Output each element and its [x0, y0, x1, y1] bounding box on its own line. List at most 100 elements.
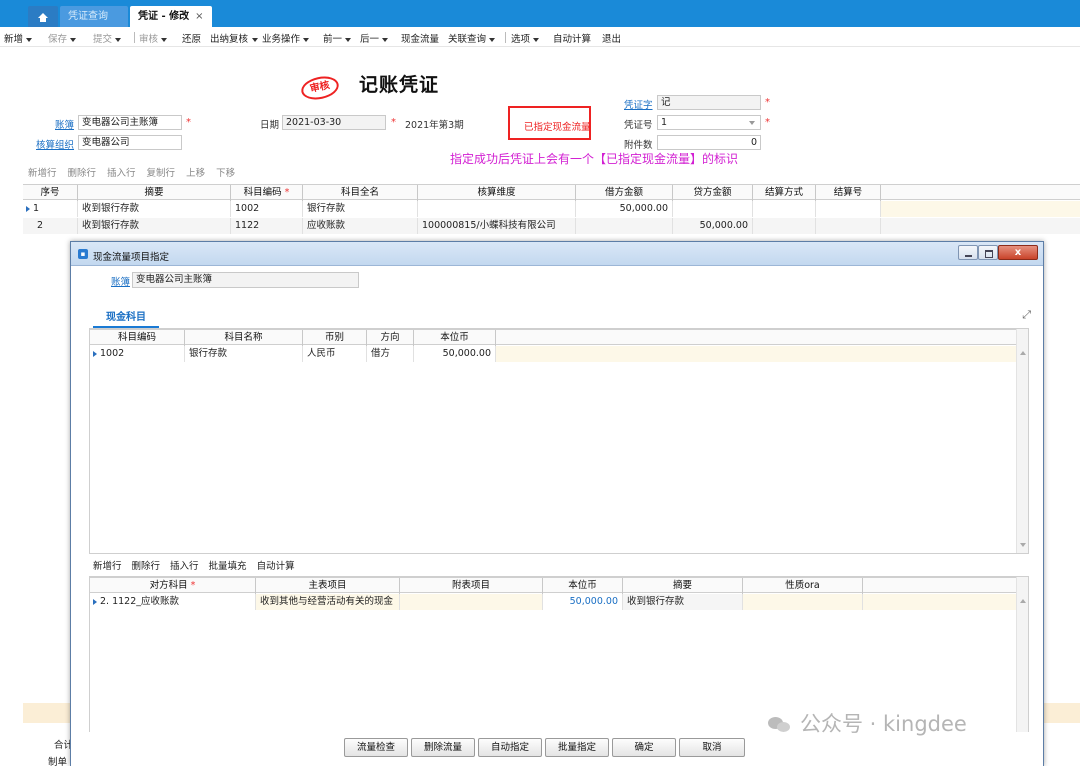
col-account-code[interactable]: 科目编码: [90, 330, 185, 346]
col-dimension[interactable]: 核算维度: [418, 185, 576, 201]
voucher-word-label[interactable]: 凭证字: [624, 97, 653, 111]
dialog-ledger-label[interactable]: 账簿: [111, 274, 130, 288]
add-row-button[interactable]: 新增行: [28, 168, 57, 179]
col-base-amount[interactable]: 本位币: [414, 330, 496, 346]
row-dimension[interactable]: 100000815/小蝶科技有限公司: [418, 218, 576, 234]
row-dimension[interactable]: [418, 201, 576, 217]
row-credit[interactable]: 50,000.00: [673, 218, 753, 234]
chevron-down-icon[interactable]: [533, 37, 540, 42]
row-settlement-no[interactable]: [816, 201, 881, 217]
row-credit[interactable]: [673, 201, 753, 217]
chevron-down-icon[interactable]: [26, 37, 33, 42]
dialog-ledger-field[interactable]: 变电器公司主账簿: [132, 272, 359, 288]
row-debit[interactable]: 50,000.00: [576, 201, 673, 217]
restore-button[interactable]: 还原: [182, 31, 201, 45]
col-seq[interactable]: 序号: [23, 185, 78, 201]
col-sub-item[interactable]: 附表项目: [400, 578, 543, 594]
business-ops-button[interactable]: 业务操作: [252, 31, 310, 45]
insert-row-button[interactable]: 插入行: [107, 168, 136, 179]
row-base-amount[interactable]: 50,000.00: [414, 346, 496, 362]
col-counter-account[interactable]: 对方科目 *: [90, 578, 256, 594]
col-nature[interactable]: 性质ora: [743, 578, 863, 594]
col-direction[interactable]: 方向: [367, 330, 414, 346]
chevron-down-icon[interactable]: [345, 37, 352, 42]
auto-calc-button[interactable]: 自动计算: [257, 561, 295, 572]
row-account-name[interactable]: 应收账款: [303, 218, 418, 234]
tab-home[interactable]: [28, 6, 58, 27]
row-main-item[interactable]: 收到其他与经营活动有关的现金: [256, 594, 400, 610]
chevron-down-icon[interactable]: [749, 121, 755, 125]
move-down-button[interactable]: 下移: [216, 168, 235, 179]
row-settlement-no[interactable]: [816, 218, 881, 234]
chevron-down-icon[interactable]: [382, 37, 389, 42]
org-label[interactable]: 核算组织: [36, 137, 74, 151]
date-field[interactable]: 2021-03-30: [282, 115, 386, 130]
vertical-scrollbar[interactable]: [1016, 329, 1028, 553]
close-icon[interactable]: x: [998, 245, 1038, 260]
col-summary[interactable]: 摘要: [623, 578, 743, 594]
submit-button[interactable]: 提交: [93, 31, 122, 45]
col-currency[interactable]: 币别: [303, 330, 367, 346]
col-debit[interactable]: 借方金额: [576, 185, 673, 201]
row-summary[interactable]: 收到银行存款: [78, 218, 231, 234]
dialog-titlebar[interactable]: ▪ 现金流量项目指定 x: [71, 242, 1043, 266]
minimize-icon[interactable]: [958, 245, 978, 260]
chevron-down-icon[interactable]: [70, 37, 77, 42]
attachments-field[interactable]: 0: [657, 135, 761, 150]
col-settlement-no[interactable]: 结算号: [816, 185, 881, 201]
related-query-button[interactable]: 关联查询: [448, 31, 496, 45]
cash-flow-button[interactable]: 现金流量: [401, 31, 439, 45]
scroll-up-icon[interactable]: [1020, 599, 1026, 603]
chevron-down-icon[interactable]: [303, 37, 310, 42]
col-credit[interactable]: 贷方金额: [673, 185, 753, 201]
col-summary[interactable]: 摘要: [78, 185, 231, 201]
options-button[interactable]: 选项: [511, 31, 540, 45]
insert-row-button[interactable]: 插入行: [170, 561, 199, 572]
confirm-button[interactable]: 确定: [612, 738, 676, 757]
col-account-name[interactable]: 科目全名: [303, 185, 418, 201]
cashier-review-button[interactable]: 出纳复核: [210, 31, 248, 45]
batch-assign-button[interactable]: 批量指定: [545, 738, 609, 757]
col-base-amount[interactable]: 本位币: [543, 578, 623, 594]
expand-icon[interactable]: ⤢: [1022, 308, 1031, 322]
delete-row-button[interactable]: 删除行: [132, 561, 161, 572]
ledger-field[interactable]: 变电器公司主账簿: [78, 115, 182, 130]
auto-calc-button[interactable]: 自动计算: [553, 31, 591, 45]
prev-button[interactable]: 前一: [323, 31, 352, 45]
row-account-code[interactable]: 1002: [90, 346, 185, 362]
exit-button[interactable]: 退出: [602, 31, 621, 45]
delete-flow-button[interactable]: 删除流量: [411, 738, 475, 757]
delete-row-button[interactable]: 删除行: [68, 168, 97, 179]
copy-row-button[interactable]: 复制行: [147, 168, 176, 179]
voucher-word-field[interactable]: 记: [657, 95, 761, 110]
flow-check-button[interactable]: 流量检查: [344, 738, 408, 757]
tab-voucher-query[interactable]: 凭证查询: [60, 6, 128, 27]
row-debit[interactable]: [576, 218, 673, 234]
row-currency[interactable]: 人民币: [303, 346, 367, 362]
row-account-name[interactable]: 银行存款: [185, 346, 303, 362]
row-sub-item[interactable]: [400, 594, 543, 610]
scroll-up-icon[interactable]: [1020, 351, 1026, 355]
table-row[interactable]: 2. 1122_应收账款 收到其他与经营活动有关的现金 50,000.00 收到…: [90, 594, 1016, 610]
row-summary[interactable]: 收到银行存款: [78, 201, 231, 217]
tab-voucher-edit[interactable]: 凭证 - 修改 ×: [130, 6, 212, 27]
maximize-icon[interactable]: [978, 245, 998, 260]
voucher-number-field[interactable]: 1: [657, 115, 761, 130]
row-account-code[interactable]: 1002: [231, 201, 303, 217]
row-account-name[interactable]: 银行存款: [303, 201, 418, 217]
add-row-button[interactable]: 新增行: [93, 561, 122, 572]
tab-cash-accounts[interactable]: 现金科目: [93, 308, 159, 328]
table-row[interactable]: 2 收到银行存款 1122 应收账款 100000815/小蝶科技有限公司 50…: [23, 218, 1080, 234]
chevron-down-icon[interactable]: [161, 37, 168, 42]
row-summary[interactable]: 收到银行存款: [623, 594, 743, 610]
row-settlement-method[interactable]: [753, 201, 816, 217]
col-account-name[interactable]: 科目名称: [185, 330, 303, 346]
row-base-amount[interactable]: 50,000.00: [543, 594, 623, 610]
col-account-code[interactable]: 科目编码 *: [231, 185, 303, 201]
col-main-item[interactable]: 主表项目: [256, 578, 400, 594]
batch-fill-button[interactable]: 批量填充: [209, 561, 247, 572]
auto-assign-button[interactable]: 自动指定: [478, 738, 542, 757]
org-field[interactable]: 变电器公司: [78, 135, 182, 150]
row-settlement-method[interactable]: [753, 218, 816, 234]
move-up-button[interactable]: 上移: [186, 168, 205, 179]
